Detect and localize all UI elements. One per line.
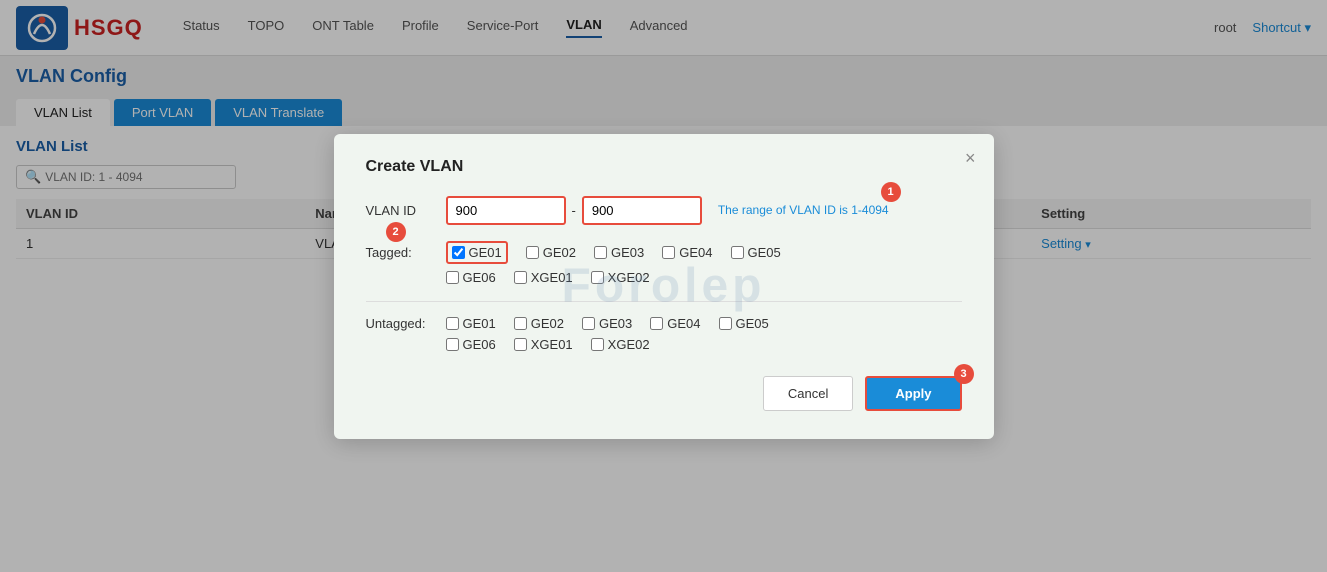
tagged-xge01-label: XGE01 xyxy=(531,270,573,285)
modal-overlay: Forolep Create VLAN × VLAN ID - The rang… xyxy=(0,0,1327,572)
vlan-id-to-input[interactable] xyxy=(582,196,702,225)
untagged-ge03-item: GE03 xyxy=(582,316,632,331)
vlan-id-separator: - xyxy=(572,203,576,218)
untagged-ge06-label: GE06 xyxy=(463,337,496,352)
tagged-row: Tagged: 2 GE01 GE02 xyxy=(366,241,962,285)
tagged-ports-group: GE01 GE02 GE03 GE04 xyxy=(446,241,962,264)
untagged-ge04-item: GE04 xyxy=(650,316,700,331)
untagged-ge05-label: GE05 xyxy=(736,316,769,331)
tagged-ge04-checkbox[interactable] xyxy=(662,246,675,259)
vlan-id-from-input[interactable] xyxy=(446,196,566,225)
tagged-ge04-item: GE04 xyxy=(662,245,712,260)
create-vlan-modal: Forolep Create VLAN × VLAN ID - The rang… xyxy=(334,134,994,439)
tagged-xge02-item: XGE02 xyxy=(591,270,650,285)
tagged-label: Tagged: xyxy=(366,245,446,260)
untagged-ge02-label: GE02 xyxy=(531,316,564,331)
tagged-ge04-label: GE04 xyxy=(679,245,712,260)
tagged-ports-row2: GE06 XGE01 XGE02 xyxy=(446,270,650,285)
badge-3: 3 xyxy=(954,364,974,384)
vlan-range-hint: The range of VLAN ID is 1-4094 xyxy=(718,203,889,217)
apply-button[interactable]: Apply xyxy=(865,376,961,411)
untagged-ge01-label: GE01 xyxy=(463,316,496,331)
vlan-id-inputs: - The range of VLAN ID is 1-4094 xyxy=(446,196,889,225)
untagged-ge04-checkbox[interactable] xyxy=(650,317,663,330)
tagged-ge03-label: GE03 xyxy=(611,245,644,260)
untagged-ge04-label: GE04 xyxy=(667,316,700,331)
untagged-label: Untagged: xyxy=(366,316,446,331)
untagged-ports-group: GE01 GE02 GE03 GE04 xyxy=(446,316,962,331)
tagged-xge01-checkbox[interactable] xyxy=(514,271,527,284)
tagged-ge06-item: GE06 xyxy=(446,270,496,285)
untagged-ge05-checkbox[interactable] xyxy=(719,317,732,330)
tagged-ge05-item: GE05 xyxy=(731,245,781,260)
tagged-ge01-item: GE01 xyxy=(446,241,508,264)
untagged-ge03-checkbox[interactable] xyxy=(582,317,595,330)
untagged-ports-group-2: GE06 XGE01 XGE02 xyxy=(446,337,650,352)
vlan-id-label: VLAN ID xyxy=(366,203,446,218)
tagged-ge01-checkbox[interactable] xyxy=(452,246,465,259)
untagged-ge03-label: GE03 xyxy=(599,316,632,331)
tagged-xge02-checkbox[interactable] xyxy=(591,271,604,284)
tagged-ge02-item: GE02 xyxy=(526,245,576,260)
tagged-ge03-checkbox[interactable] xyxy=(594,246,607,259)
tagged-ge02-checkbox[interactable] xyxy=(526,246,539,259)
untagged-xge02-checkbox[interactable] xyxy=(591,338,604,351)
modal-close-button[interactable]: × xyxy=(965,148,976,169)
tagged-xge01-item: XGE01 xyxy=(514,270,573,285)
modal-title: Create VLAN xyxy=(366,158,962,176)
modal-footer: Cancel Apply 3 xyxy=(366,376,962,411)
tagged-ge02-label: GE02 xyxy=(543,245,576,260)
untagged-ge01-item: GE01 xyxy=(446,316,496,331)
untagged-ge06-item: GE06 xyxy=(446,337,496,352)
untagged-ge01-checkbox[interactable] xyxy=(446,317,459,330)
tagged-ge03-item: GE03 xyxy=(594,245,644,260)
badge-1: 1 xyxy=(881,182,901,202)
untagged-row: Untagged: GE01 GE02 GE03 xyxy=(366,316,962,352)
tagged-xge02-label: XGE02 xyxy=(608,270,650,285)
untagged-xge02-label: XGE02 xyxy=(608,337,650,352)
cancel-button[interactable]: Cancel xyxy=(763,376,853,411)
untagged-ge02-checkbox[interactable] xyxy=(514,317,527,330)
tagged-ge06-label: GE06 xyxy=(463,270,496,285)
untagged-xge01-checkbox[interactable] xyxy=(514,338,527,351)
untagged-ports-row2: GE06 XGE01 XGE02 xyxy=(446,337,650,352)
badge-2: 2 xyxy=(386,222,406,242)
untagged-ge05-item: GE05 xyxy=(719,316,769,331)
tagged-ge06-checkbox[interactable] xyxy=(446,271,459,284)
tagged-ge01-label: GE01 xyxy=(469,245,502,260)
untagged-xge02-item: XGE02 xyxy=(591,337,650,352)
tagged-ports-group-2: GE06 XGE01 XGE02 xyxy=(446,270,650,285)
untagged-ge02-item: GE02 xyxy=(514,316,564,331)
tagged-ge05-checkbox[interactable] xyxy=(731,246,744,259)
section-divider xyxy=(366,301,962,302)
untagged-xge01-label: XGE01 xyxy=(531,337,573,352)
untagged-ge06-checkbox[interactable] xyxy=(446,338,459,351)
tagged-ge05-label: GE05 xyxy=(748,245,781,260)
untagged-xge01-item: XGE01 xyxy=(514,337,573,352)
vlan-id-row: VLAN ID - The range of VLAN ID is 1-4094… xyxy=(366,196,962,225)
